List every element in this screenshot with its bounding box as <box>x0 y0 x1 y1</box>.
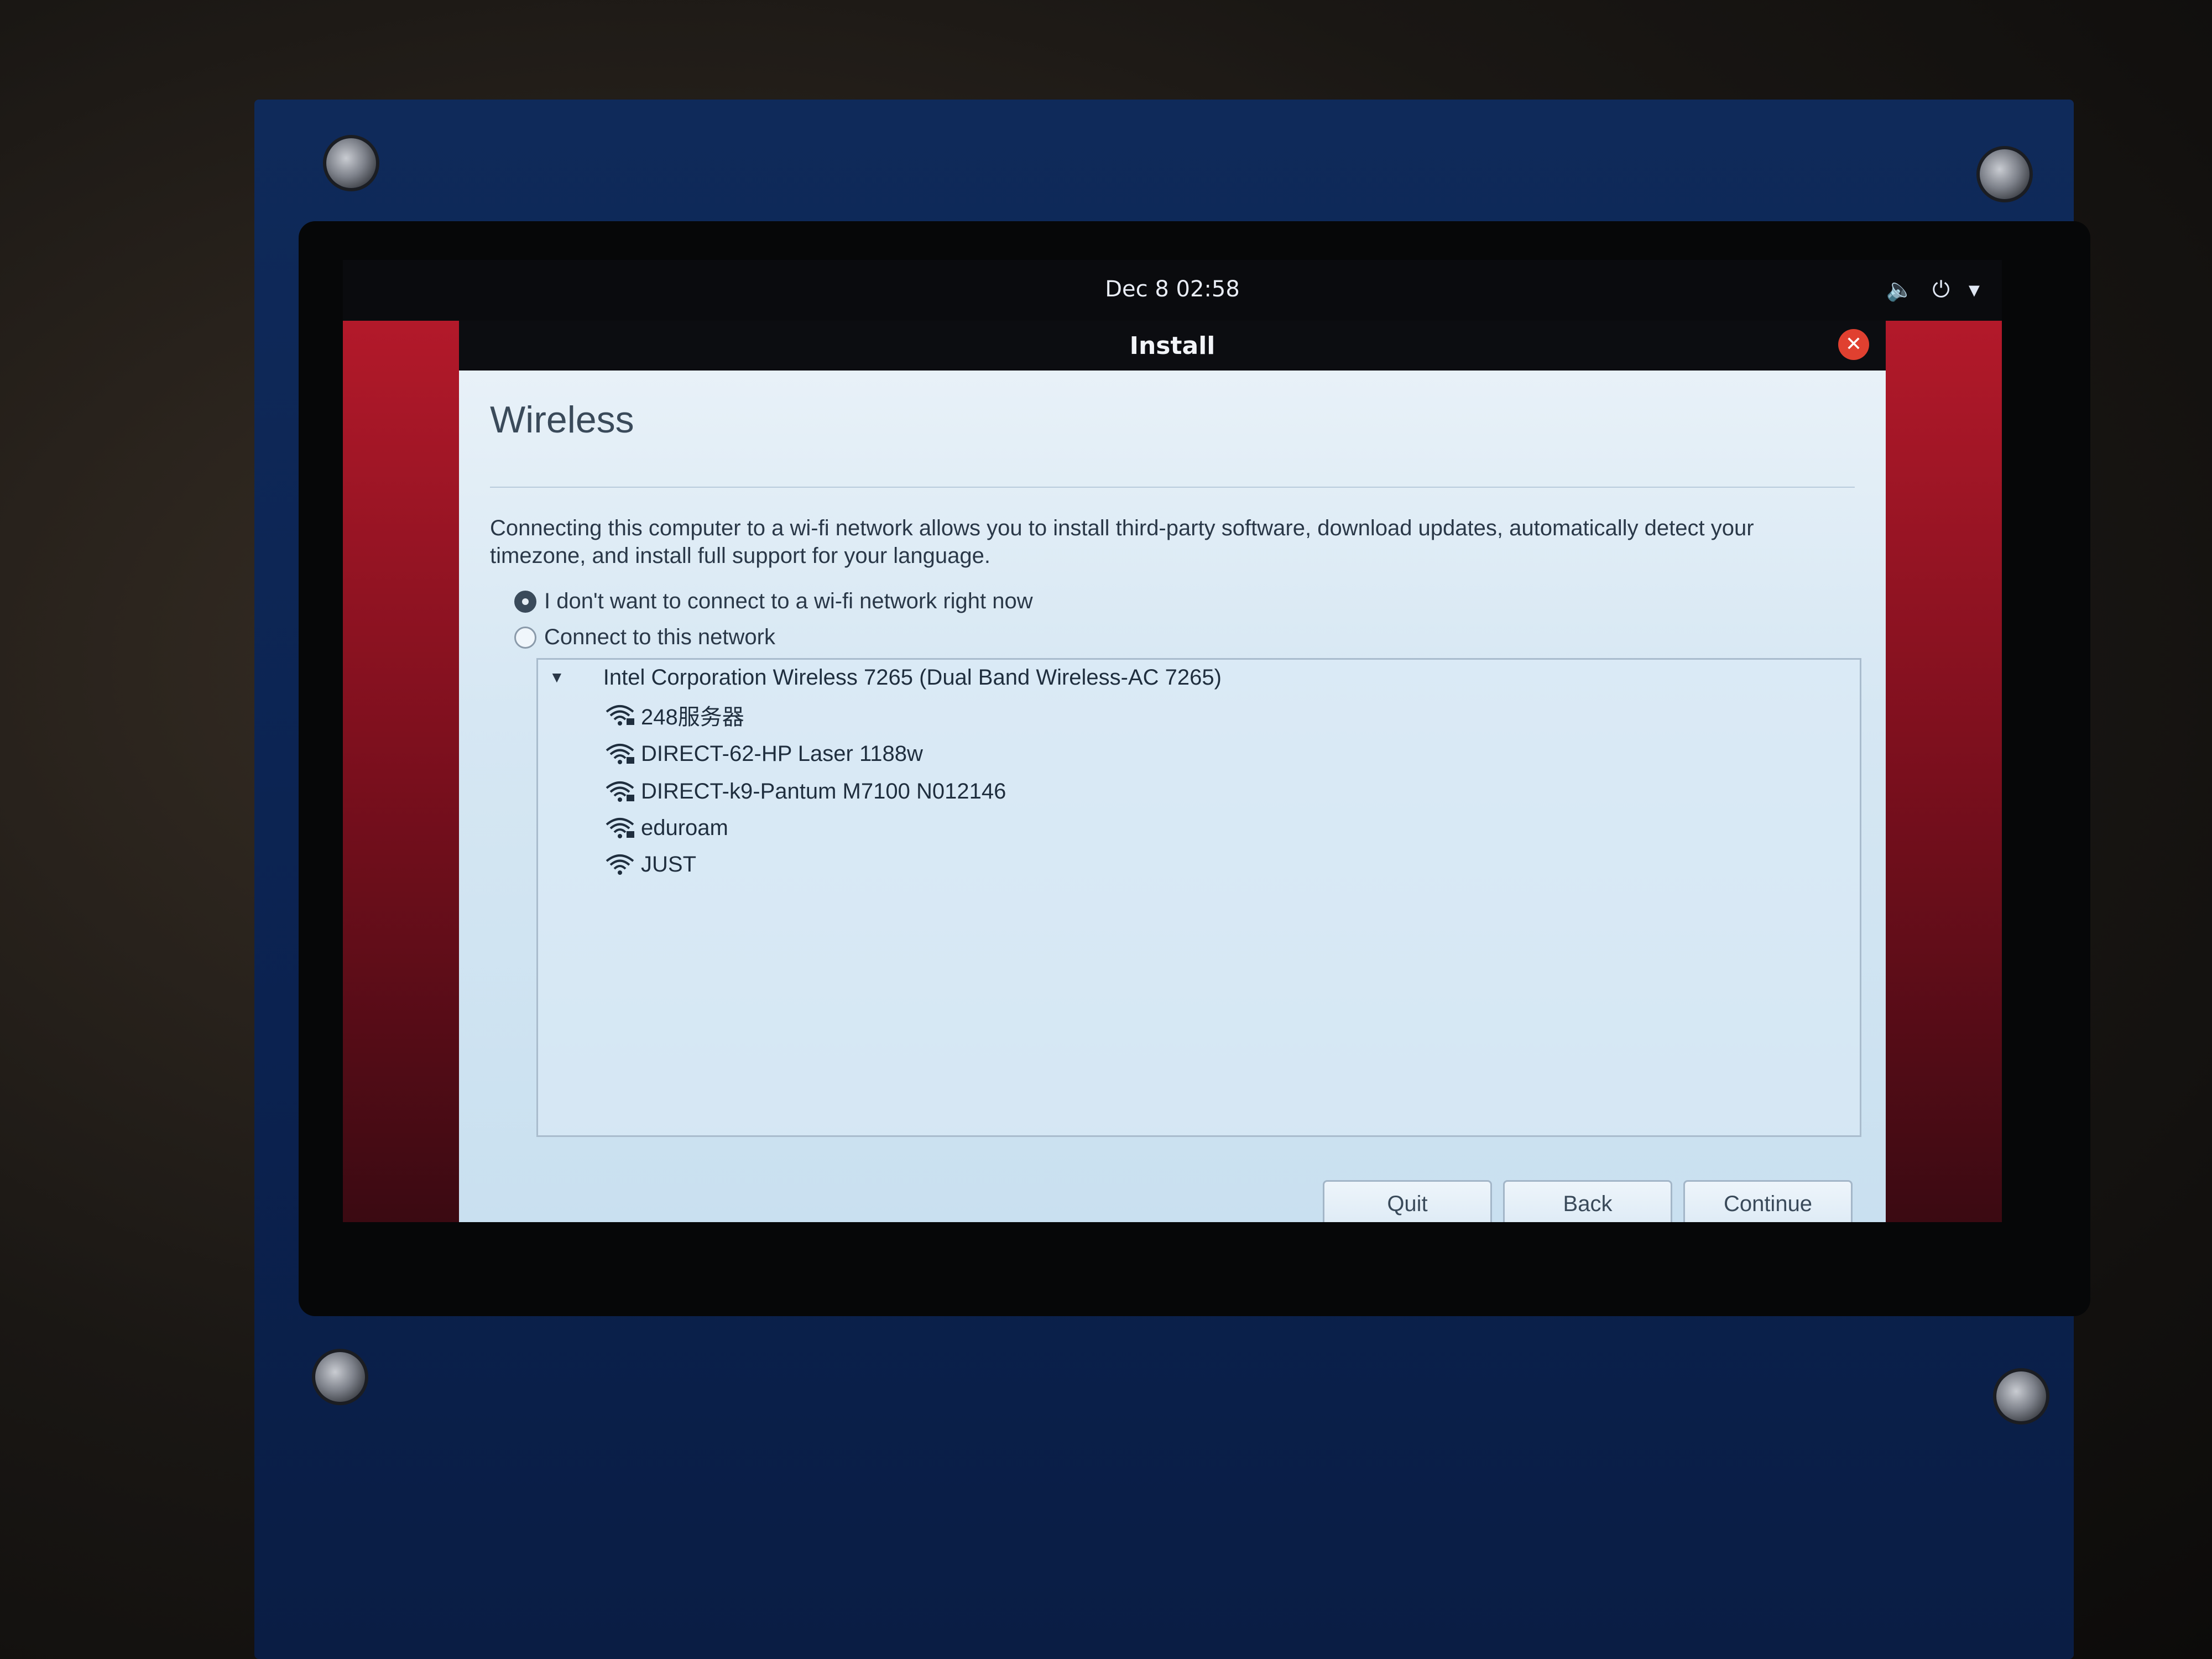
network-ssid: DIRECT-62-HP Laser 1188w <box>641 741 923 766</box>
lock-icon <box>627 718 634 725</box>
radio-no-wifi[interactable] <box>514 590 536 613</box>
lock-icon <box>627 831 634 838</box>
lock-icon <box>627 757 634 764</box>
lock-icon <box>627 795 634 801</box>
option-connect[interactable]: Connect to this network <box>514 625 775 650</box>
window-titlebar[interactable]: Install ✕ <box>459 321 1886 371</box>
screw-bottom-left <box>315 1352 365 1402</box>
option-no-wifi-label[interactable]: I don't want to connect to a wi-fi netwo… <box>544 589 1033 614</box>
screw-top-left <box>326 138 376 188</box>
installer-dialog: Wireless Connecting this computer to a w… <box>459 371 1886 1222</box>
power-icon[interactable]: ⏻ <box>1932 277 1950 302</box>
network-ssid: JUST <box>641 852 696 877</box>
wifi-signal-icon <box>606 781 634 802</box>
screw-bottom-right <box>1996 1371 2046 1421</box>
network-item[interactable]: JUST <box>604 848 696 881</box>
network-list[interactable]: ▼ Intel Corporation Wireless 7265 (Dual … <box>536 658 1861 1137</box>
back-button[interactable]: Back <box>1503 1180 1672 1222</box>
desktop-background-left <box>343 321 459 1222</box>
wifi-signal-icon <box>606 705 634 726</box>
radio-connect[interactable] <box>514 626 536 649</box>
caret-down-icon[interactable]: ▼ <box>549 669 565 686</box>
screw-top-right <box>1980 149 2030 199</box>
wifi-signal-icon <box>606 744 634 764</box>
description-text: Connecting this computer to a wi-fi netw… <box>490 516 1754 568</box>
option-connect-label[interactable]: Connect to this network <box>544 625 775 650</box>
network-ssid: 248服务器 <box>641 705 744 729</box>
screen: Dec 8 02:58 🔈 ⏻ ▾ Install ✕ Wireless Con… <box>343 260 2002 1222</box>
wifi-signal-icon <box>606 818 634 838</box>
clock[interactable]: Dec 8 02:58 <box>343 276 2002 302</box>
button-bar: Quit Back Continue <box>1323 1180 1853 1222</box>
continue-button[interactable]: Continue <box>1683 1180 1853 1222</box>
top-panel: Dec 8 02:58 🔈 ⏻ ▾ <box>343 260 2002 321</box>
page-title: Wireless <box>490 399 634 441</box>
option-no-wifi[interactable]: I don't want to connect to a wi-fi netwo… <box>514 589 1033 614</box>
window-title: Install <box>1129 332 1215 360</box>
network-item[interactable]: DIRECT-k9-Pantum M7100 N012146 <box>604 775 1006 808</box>
quit-button[interactable]: Quit <box>1323 1180 1492 1222</box>
network-ssid: DIRECT-k9-Pantum M7100 N012146 <box>641 779 1006 804</box>
network-item[interactable]: eduroam <box>604 811 728 844</box>
adapter-row[interactable]: ▼ Intel Corporation Wireless 7265 (Dual … <box>549 660 1222 695</box>
chevron-down-icon[interactable]: ▾ <box>1969 277 1980 302</box>
system-tray[interactable]: 🔈 ⏻ ▾ <box>1886 276 1980 303</box>
network-ssid: eduroam <box>641 815 728 840</box>
network-item[interactable]: DIRECT-62-HP Laser 1188w <box>604 737 923 770</box>
divider <box>490 487 1855 488</box>
close-icon[interactable]: ✕ <box>1838 329 1869 360</box>
wifi-signal-icon <box>606 854 634 875</box>
adapter-label: Intel Corporation Wireless 7265 (Dual Ba… <box>603 665 1222 690</box>
desktop-background-right <box>1886 321 2002 1222</box>
network-item[interactable]: 248服务器 <box>604 698 744 732</box>
volume-icon[interactable]: 🔈 <box>1886 276 1913 302</box>
